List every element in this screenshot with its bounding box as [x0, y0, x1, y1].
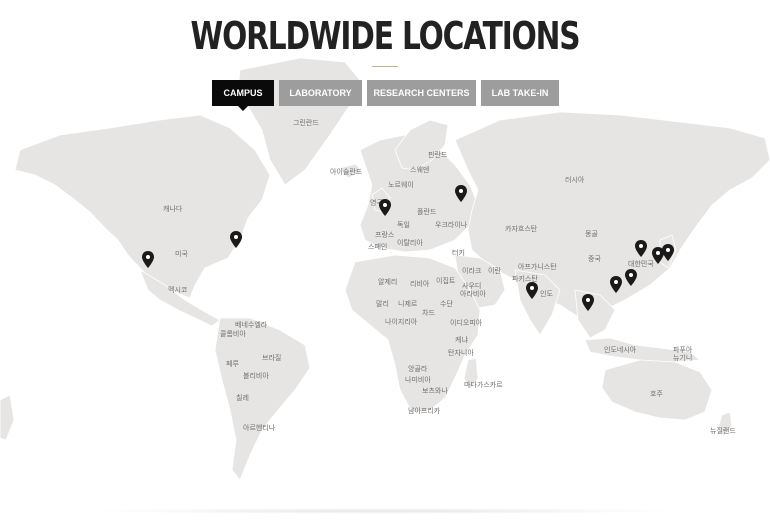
label-spain: 스페인	[368, 242, 387, 251]
land-left-edge	[0, 394, 15, 441]
label-china: 중국	[588, 255, 601, 263]
label-turkey: 터키	[452, 248, 465, 257]
label-new-zealand: 뉴질랜드	[710, 426, 736, 435]
label-madagascar: 마다가스카르	[464, 380, 503, 389]
active-tab-caret-icon	[238, 106, 248, 111]
label-botswana: 보츠와나	[422, 386, 448, 395]
tab-campus[interactable]: CAMPUS	[212, 80, 274, 111]
tab-laboratory-label: LABORATORY	[289, 88, 352, 98]
label-mexico: 멕시코	[168, 285, 188, 294]
location-tabs: CAMPUS LABORATORY RESEARCH CENTERS LAB T…	[0, 80, 770, 111]
label-sweden: 스웨덴	[410, 165, 429, 174]
world-map: 그린란드 아이슬란드 핀란드 스웨덴 노르웨이 러시아 캐나다 영국 폴란드 독…	[0, 0, 770, 525]
label-russia: 러시아	[565, 175, 585, 184]
label-bolivia: 볼리비아	[243, 371, 269, 380]
label-france: 프랑스	[375, 231, 395, 239]
label-argentina: 아르헨티나	[243, 423, 276, 432]
label-sudan: 수단	[440, 299, 453, 308]
label-south-africa: 남아프리카	[408, 406, 441, 415]
label-australia: 호주	[650, 390, 663, 398]
tab-lab-take-in-label: LAB TAKE-IN	[491, 88, 549, 98]
label-venezuela: 베네수엘라	[235, 320, 268, 329]
land-north-america	[14, 114, 271, 299]
label-angola: 앙골라	[408, 364, 428, 373]
label-nigeria: 나이지리아	[385, 317, 418, 326]
label-india: 인도	[540, 289, 553, 298]
label-namibia: 나미비아	[405, 375, 431, 384]
label-saudi-2: 아라비아	[460, 289, 486, 298]
label-kenya: 케냐	[455, 335, 468, 344]
label-norway: 노르웨이	[388, 180, 414, 189]
world-map-svg: 그린란드 아이슬란드 핀란드 스웨덴 노르웨이 러시아 캐나다 영국 폴란드 독…	[0, 57, 770, 481]
label-colombia: 콜롬비아	[220, 329, 246, 338]
label-indonesia: 인도네시아	[604, 345, 637, 354]
label-papua-1: 파푸아	[673, 345, 693, 354]
label-afghanistan: 아프가니스탄	[518, 262, 557, 271]
label-libya: 리비아	[410, 279, 430, 288]
label-niger: 니제르	[398, 299, 418, 308]
label-iceland: 아이슬란드	[330, 167, 363, 176]
land-south-america	[214, 317, 311, 481]
label-kazakhstan: 카자흐스탄	[505, 224, 538, 233]
land-africa	[344, 254, 481, 413]
label-chile: 칠레	[236, 393, 249, 402]
label-mongolia: 몽골	[585, 230, 598, 238]
label-finland: 핀란드	[428, 150, 448, 159]
label-iran: 이란	[488, 266, 501, 275]
tab-campus-label: CAMPUS	[223, 88, 263, 98]
title-divider	[372, 66, 398, 67]
label-chad: 차드	[422, 308, 435, 317]
label-ukraine: 우크라이나	[435, 220, 468, 229]
label-usa: 미국	[175, 249, 188, 258]
tab-laboratory[interactable]: LABORATORY	[279, 80, 362, 106]
label-pakistan: 파키스탄	[512, 274, 538, 283]
tab-research-centers-label: RESEARCH CENTERS	[373, 88, 470, 98]
label-greenland: 그린란드	[293, 118, 319, 127]
label-tanzania: 탄자니아	[448, 348, 474, 357]
bottom-shadow	[90, 508, 680, 514]
tab-research-centers[interactable]: RESEARCH CENTERS	[367, 80, 476, 106]
label-canada: 캐나다	[163, 204, 183, 213]
label-saudi-1: 사우디	[462, 281, 481, 290]
label-italy: 이탈리아	[397, 238, 423, 247]
tab-lab-take-in[interactable]: LAB TAKE-IN	[481, 80, 559, 106]
label-brazil: 브라질	[262, 353, 281, 362]
label-germany: 독일	[397, 220, 410, 229]
label-iraq: 이라크	[462, 266, 482, 275]
label-egypt: 이집트	[436, 276, 456, 285]
label-ethiopia: 이디오피아	[450, 318, 483, 327]
label-korea: 대한민국	[628, 259, 654, 268]
label-algeria: 알제리	[378, 277, 397, 286]
landmass-layer	[0, 57, 770, 481]
label-peru: 페루	[226, 359, 239, 368]
label-mali: 말리	[376, 299, 389, 308]
page-title: WORLDWIDE LOCATIONS	[190, 14, 581, 58]
label-poland: 폴란드	[417, 208, 437, 216]
label-papua-2: 뉴기니	[673, 353, 692, 362]
